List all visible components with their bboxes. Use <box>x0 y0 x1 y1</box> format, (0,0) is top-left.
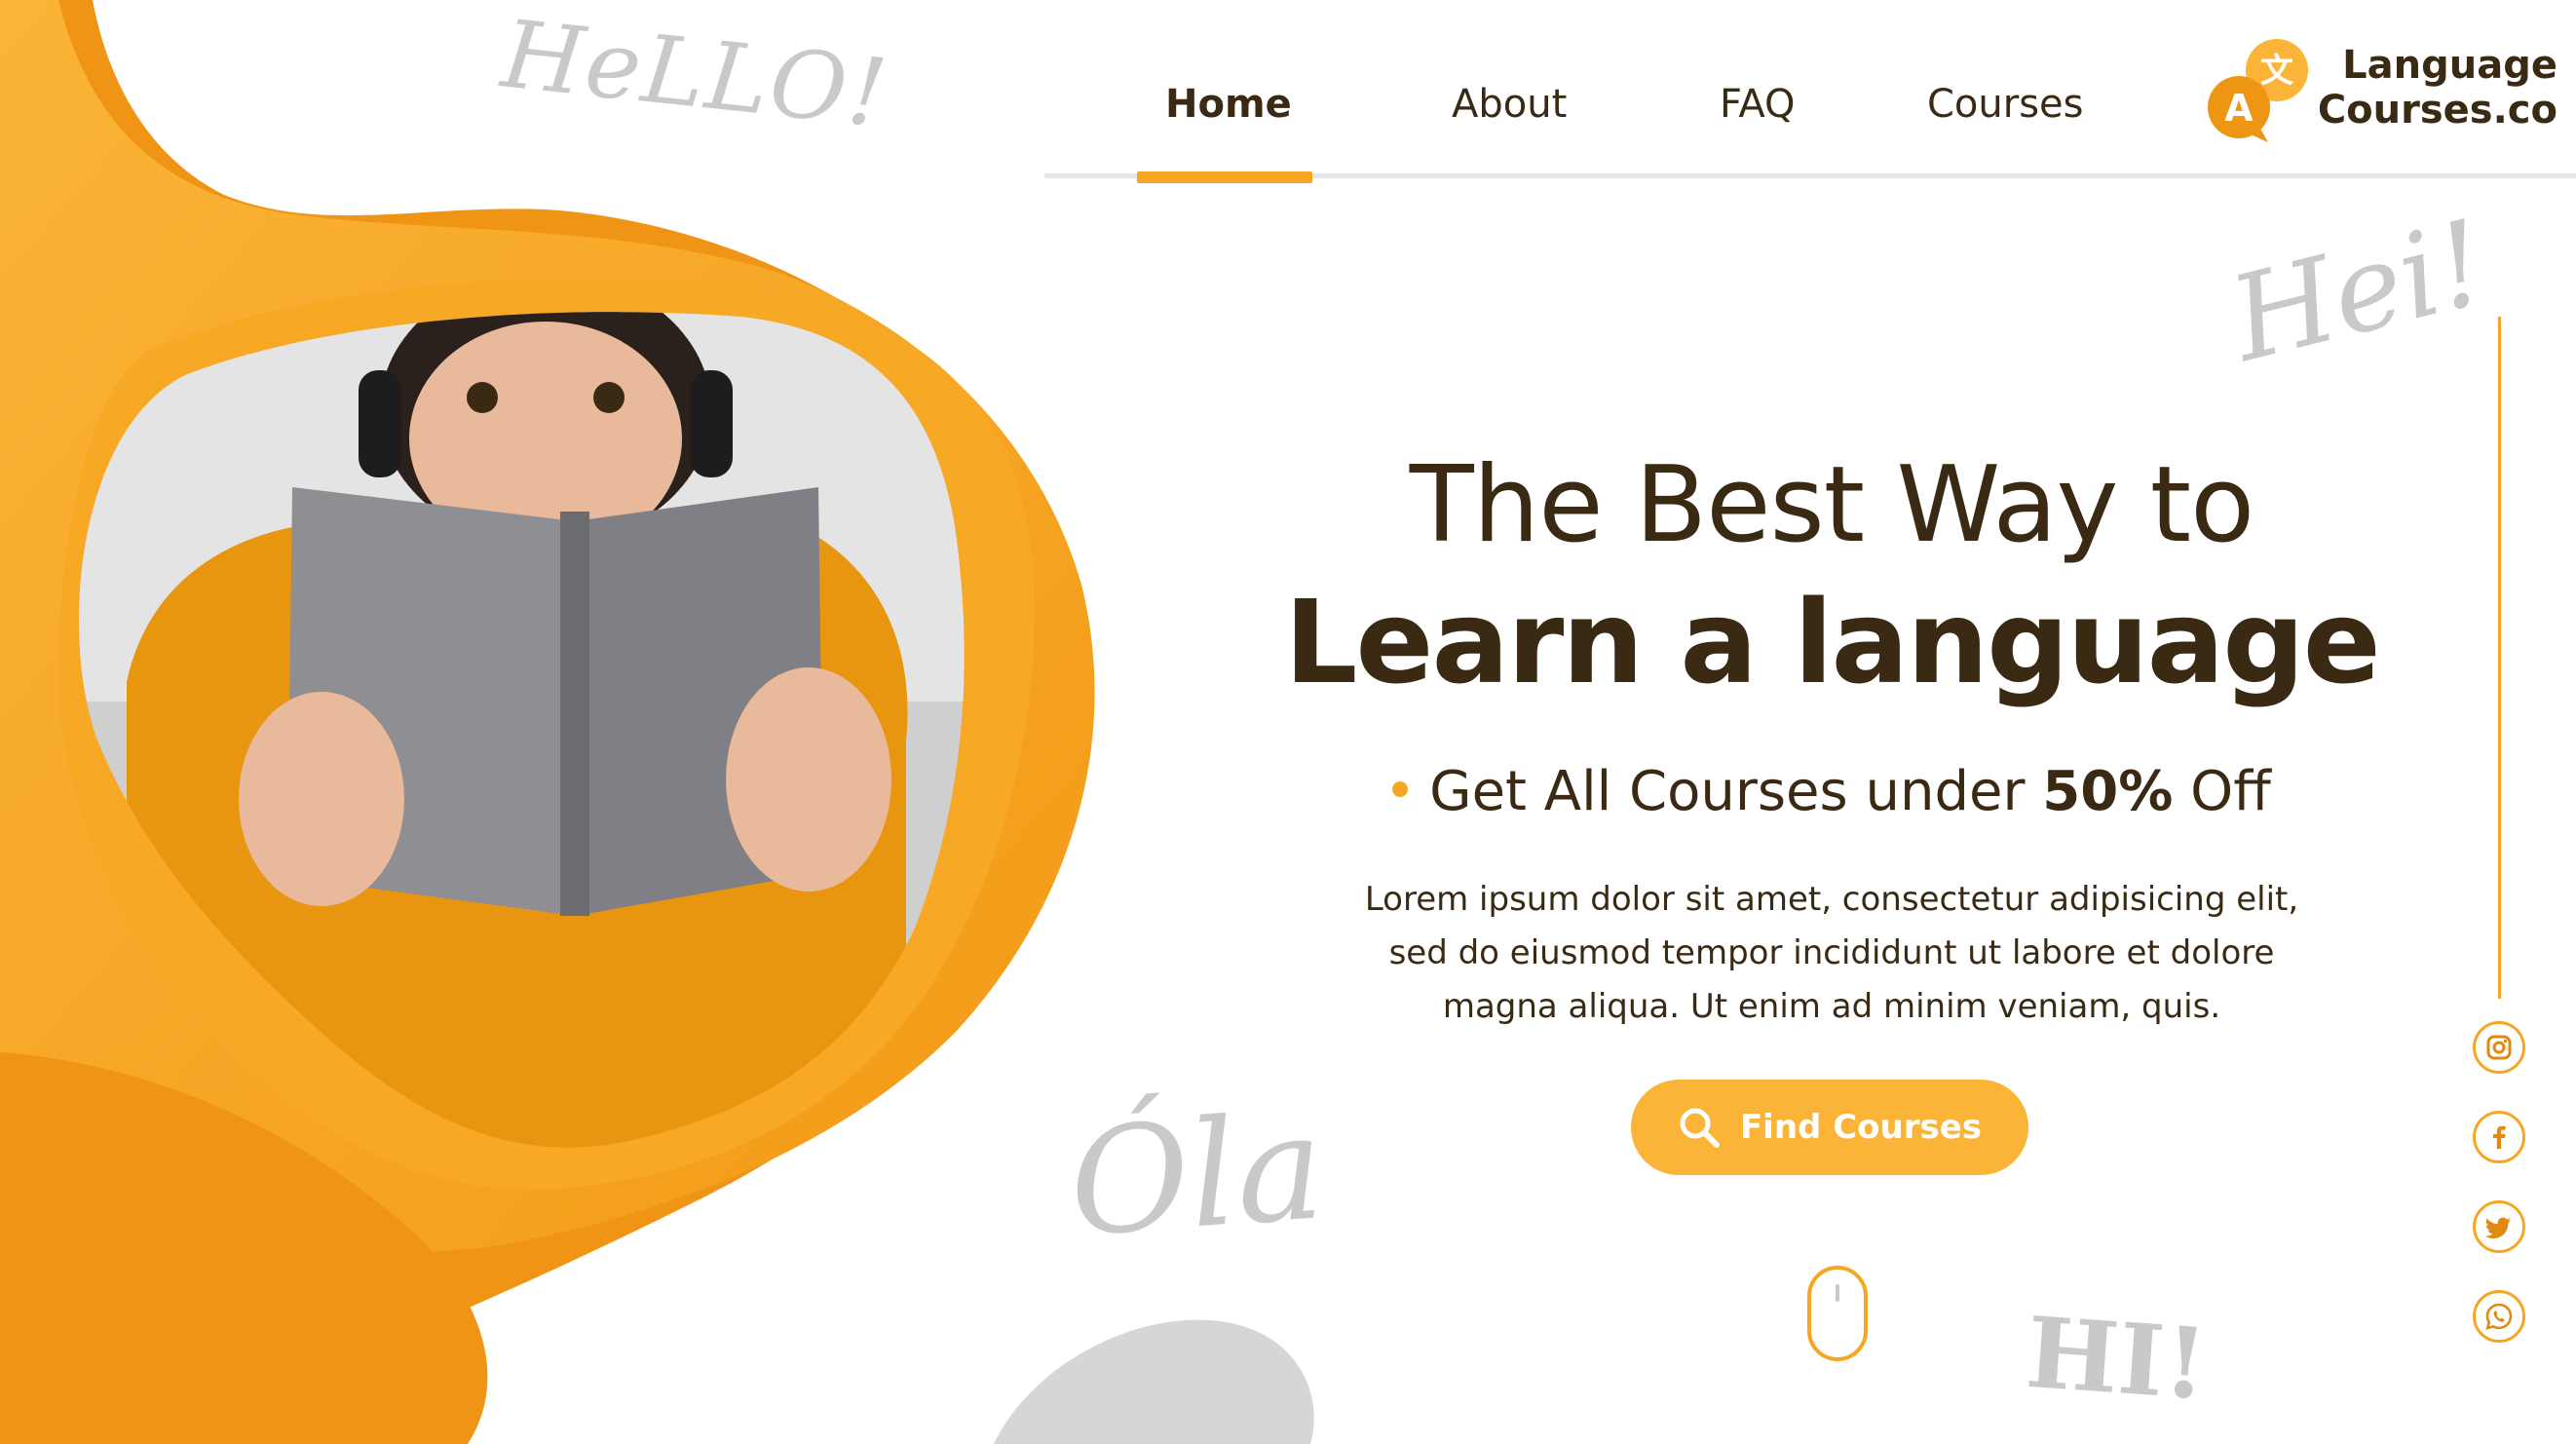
svg-text:文: 文 <box>2260 52 2293 91</box>
nav-courses[interactable]: Courses <box>1927 82 2084 127</box>
find-courses-button[interactable]: Find Courses <box>1631 1080 2028 1175</box>
nav-about[interactable]: About <box>1452 82 1567 127</box>
social-divider-line <box>2498 317 2501 999</box>
logo-line-2: Courses.co <box>2317 88 2557 133</box>
find-courses-label: Find Courses <box>1739 1108 1983 1147</box>
hero-description: Lorem ipsum dolor sit amet, consectetur … <box>1364 880 2299 1026</box>
nav-home[interactable]: Home <box>1165 82 1292 127</box>
hero-heading-line-1: The Best Way to <box>1409 444 2254 566</box>
svg-text:A: A <box>2224 87 2254 130</box>
whatsapp-icon[interactable] <box>2473 1290 2525 1343</box>
promo-suffix: Off <box>2173 760 2271 823</box>
promo-text: Get All Courses under 50% Off <box>1150 760 2514 823</box>
greeting-ola: Óla <box>1064 1083 1330 1270</box>
search-icon <box>1680 1108 1720 1148</box>
nav-faq[interactable]: FAQ <box>1720 82 1795 127</box>
hero-heading-line-2: Learn a language <box>1284 575 2381 709</box>
greeting-hi: HI! <box>2023 1294 2212 1423</box>
instagram-icon[interactable] <box>2473 1021 2525 1074</box>
promo-prefix: Get All Courses under <box>1429 760 2043 823</box>
logo-wordmark[interactable]: Language Courses.co <box>2304 43 2557 133</box>
promo-percent: 50% <box>2042 760 2174 823</box>
nav-active-indicator <box>1137 171 1312 183</box>
mouse-icon[interactable] <box>1806 1265 1869 1362</box>
facebook-icon[interactable] <box>2473 1111 2525 1163</box>
bullet-dot <box>1392 780 1409 797</box>
logo-line-1: Language <box>2342 43 2557 88</box>
twitter-icon[interactable] <box>2473 1200 2525 1253</box>
